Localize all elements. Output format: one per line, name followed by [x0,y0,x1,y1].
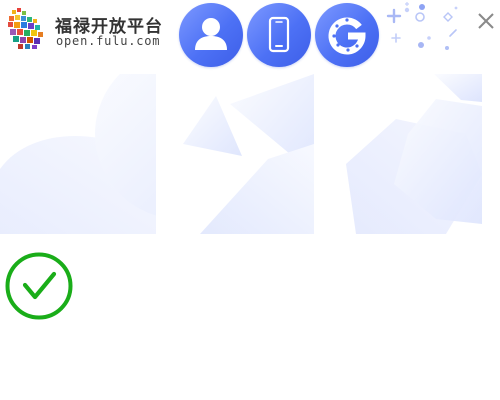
brand-domain: open.fulu.com [56,34,161,48]
captcha-tile[interactable] [316,74,482,234]
decorative-sparkles [384,0,464,56]
header: 福禄开放平台 open.fulu.com [0,0,500,70]
user-icon [195,18,227,50]
fulu-logo [7,8,47,50]
checkmark-circle-icon [5,252,73,320]
captcha-tile[interactable] [0,74,156,234]
google-login-button[interactable] [315,3,379,67]
phone-login-button[interactable] [247,3,311,67]
mobile-phone-icon [268,16,290,53]
account-login-button[interactable] [179,3,243,67]
captcha-tile[interactable] [158,74,314,234]
close-button[interactable] [474,8,498,32]
google-icon [328,17,366,55]
close-icon [478,13,494,29]
